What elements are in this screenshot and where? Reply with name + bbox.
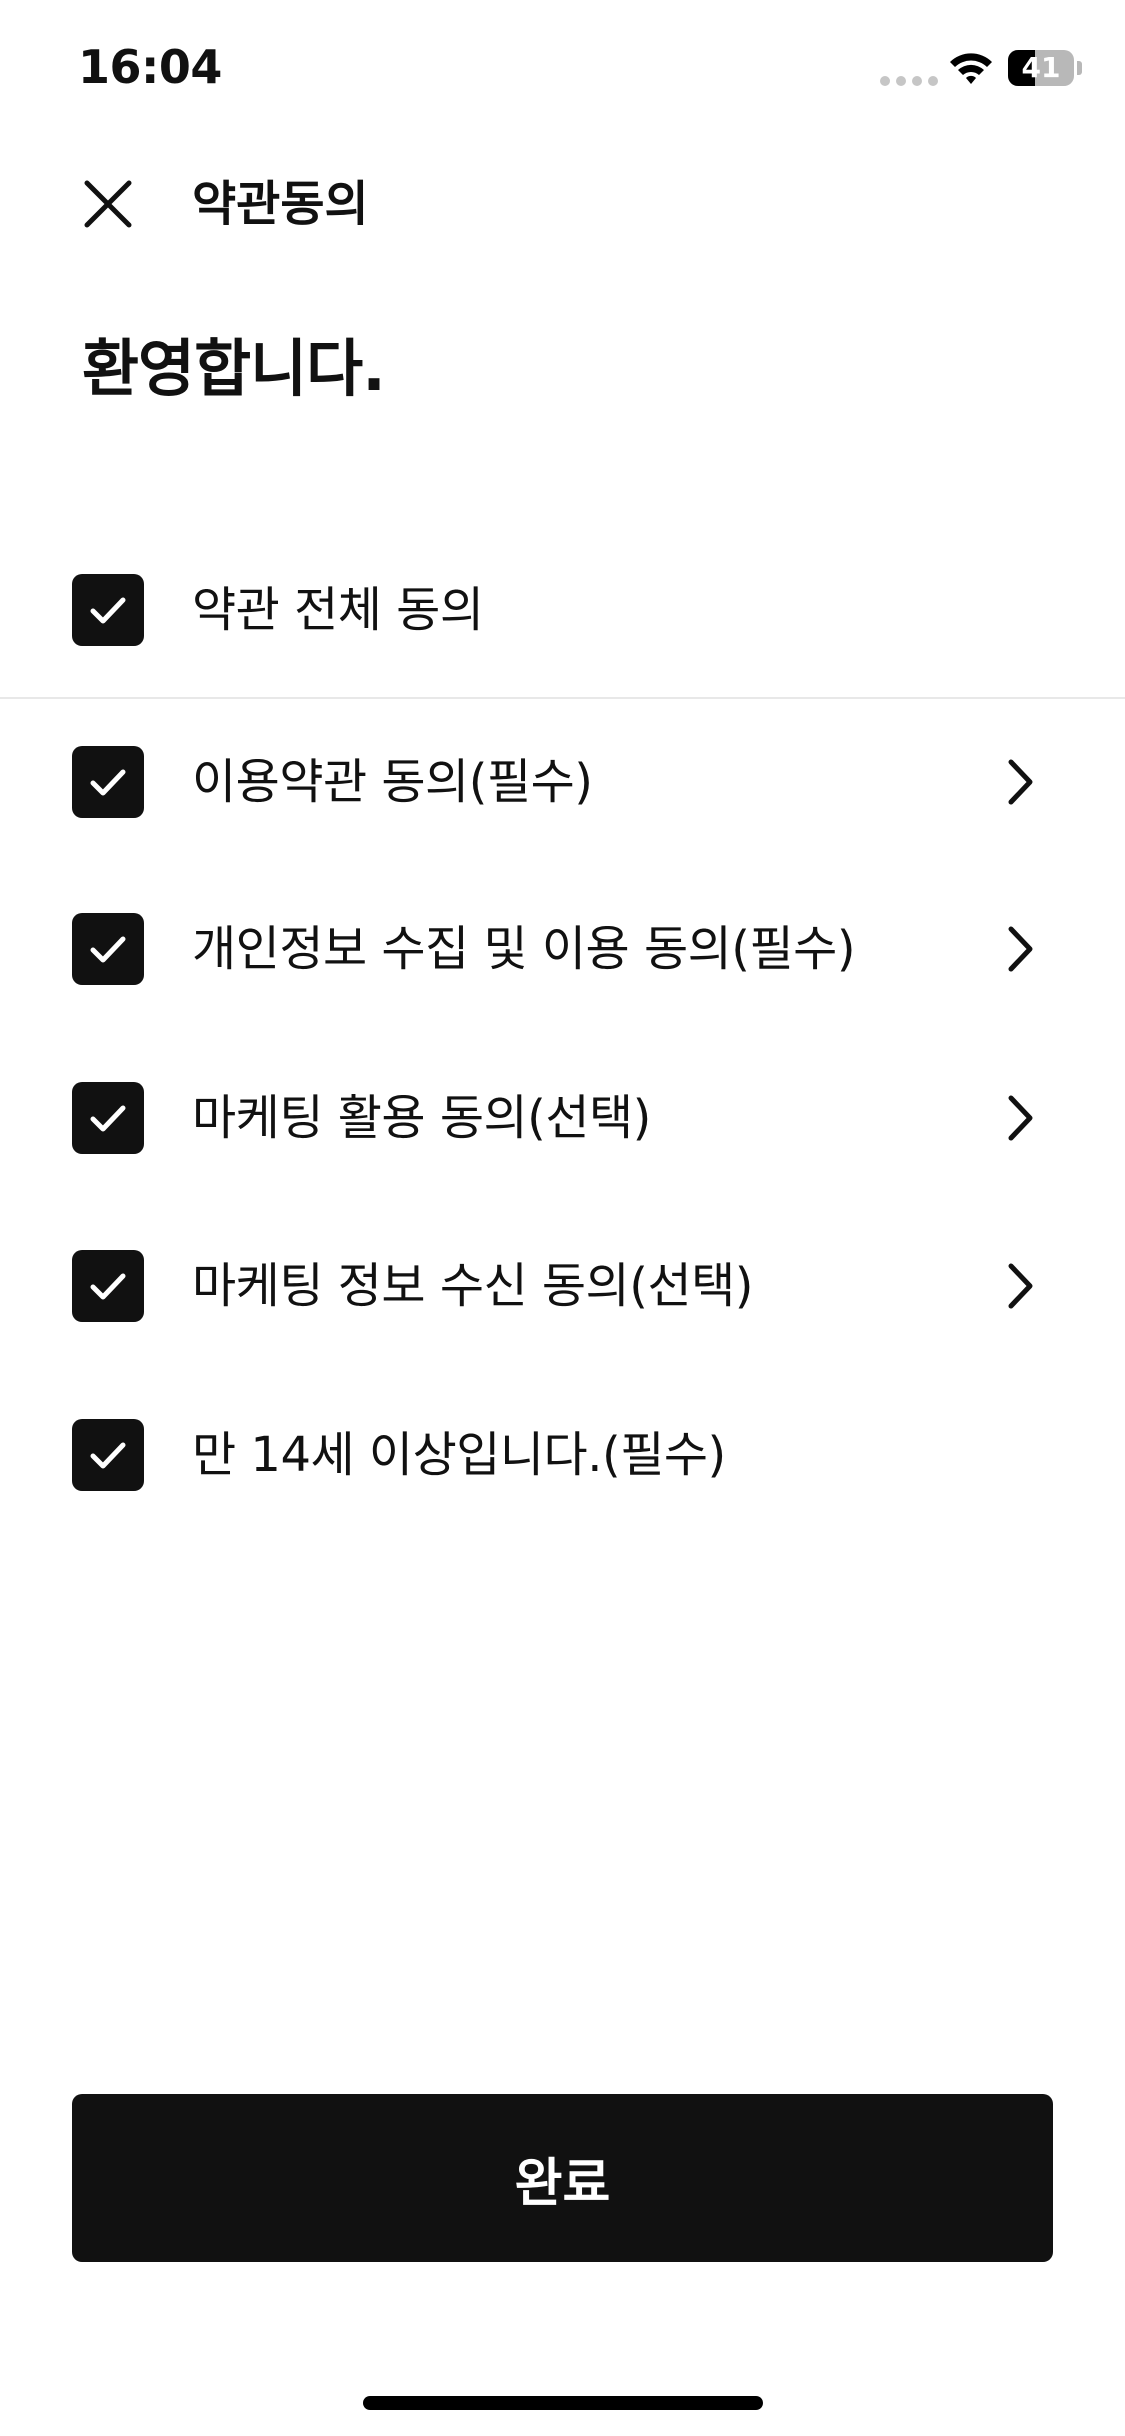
checkmark-icon bbox=[90, 1273, 126, 1300]
chevron-right-icon bbox=[1008, 759, 1033, 805]
checkmark-icon bbox=[90, 769, 126, 796]
agree-all-label: 약관 전체 동의 bbox=[192, 582, 484, 638]
status-time: 16:04 bbox=[78, 40, 222, 94]
terms-label: 마케팅 활용 동의(선택) bbox=[192, 1090, 651, 1146]
complete-button[interactable]: 완료 bbox=[72, 2094, 1053, 2262]
status-bar: 16:04 41 bbox=[0, 0, 1125, 140]
terms-checkbox[interactable] bbox=[72, 1082, 144, 1154]
home-indicator bbox=[363, 2396, 763, 2410]
chevron-right-icon bbox=[1008, 1095, 1033, 1141]
terms-checkbox[interactable] bbox=[72, 913, 144, 985]
agree-all-checkbox[interactable] bbox=[72, 574, 144, 646]
terms-checkbox[interactable] bbox=[72, 746, 144, 818]
agree-all-row[interactable]: 약관 전체 동의 bbox=[0, 555, 1125, 665]
battery-level: 41 bbox=[1021, 51, 1061, 84]
terms-item[interactable]: 만 14세 이상입니다.(필수) bbox=[0, 1400, 1125, 1510]
detail-button[interactable] bbox=[990, 1088, 1050, 1148]
detail-button[interactable] bbox=[990, 752, 1050, 812]
chevron-right-icon bbox=[1008, 1263, 1033, 1309]
terms-checkbox[interactable] bbox=[72, 1250, 144, 1322]
page-title: 약관동의 bbox=[192, 176, 369, 232]
terms-label: 이용약관 동의(필수) bbox=[192, 754, 593, 810]
checkmark-icon bbox=[90, 597, 126, 624]
terms-item[interactable]: 이용약관 동의(필수) bbox=[0, 727, 1125, 837]
checkmark-icon bbox=[90, 936, 126, 963]
checkmark-icon bbox=[90, 1442, 126, 1469]
detail-button[interactable] bbox=[990, 919, 1050, 979]
terms-label: 만 14세 이상입니다.(필수) bbox=[192, 1427, 726, 1483]
chevron-right-icon bbox=[1008, 926, 1033, 972]
checkmark-icon bbox=[90, 1105, 126, 1132]
divider bbox=[0, 697, 1125, 699]
battery-icon: 41 bbox=[1008, 50, 1074, 86]
battery-cap bbox=[1077, 61, 1082, 75]
terms-item[interactable]: 개인정보 수집 및 이용 동의(필수) bbox=[0, 894, 1125, 1004]
terms-checkbox[interactable] bbox=[72, 1419, 144, 1491]
close-icon bbox=[84, 180, 132, 228]
wifi-icon bbox=[950, 53, 992, 84]
cellular-signal-icon bbox=[880, 76, 938, 86]
terms-item[interactable]: 마케팅 정보 수신 동의(선택) bbox=[0, 1231, 1125, 1341]
terms-label: 마케팅 정보 수신 동의(선택) bbox=[192, 1258, 754, 1314]
close-button[interactable] bbox=[72, 168, 144, 240]
detail-button[interactable] bbox=[990, 1256, 1050, 1316]
terms-item[interactable]: 마케팅 활용 동의(선택) bbox=[0, 1063, 1125, 1173]
terms-label: 개인정보 수집 및 이용 동의(필수) bbox=[192, 921, 856, 977]
welcome-heading: 환영합니다. bbox=[82, 332, 386, 405]
